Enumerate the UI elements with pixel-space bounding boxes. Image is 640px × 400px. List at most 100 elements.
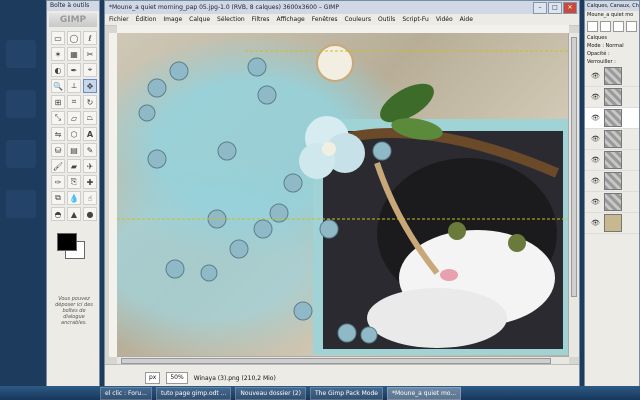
flip-icon[interactable]: ⇋ <box>51 127 65 141</box>
perspective-icon[interactable]: ⏢ <box>83 111 97 125</box>
desktop-icon[interactable] <box>6 90 36 118</box>
perspective-clone-icon[interactable]: ⧉ <box>51 191 65 205</box>
heal-icon[interactable]: ✚ <box>83 175 97 189</box>
menu-windows[interactable]: Fenêtres <box>312 14 338 25</box>
menu-help[interactable]: Aide <box>460 14 473 25</box>
clone-icon[interactable]: ⎘ <box>67 175 81 189</box>
menu-file[interactable]: Fichier <box>109 14 129 25</box>
layer-row[interactable]: 👁 <box>585 87 639 108</box>
bucket-fill-icon[interactable]: ⛁ <box>51 143 65 157</box>
measure-icon[interactable]: ⟂ <box>67 79 81 93</box>
desktop-icon[interactable] <box>6 190 36 218</box>
menu-image[interactable]: Image <box>163 14 182 25</box>
free-select-icon[interactable]: ℓ <box>83 31 97 45</box>
foreground-select-icon[interactable]: ◐ <box>51 63 65 77</box>
eye-icon[interactable]: 👁 <box>591 198 600 206</box>
taskbar-item[interactable]: Nouveau dossier (2) <box>235 386 306 400</box>
eye-icon[interactable]: 👁 <box>591 135 600 143</box>
layer-row[interactable]: 👁 <box>585 192 639 213</box>
gradient-icon[interactable]: ▤ <box>67 143 81 157</box>
eye-icon[interactable]: 👁 <box>591 93 600 101</box>
burn-icon[interactable]: ● <box>83 207 97 221</box>
layer-row[interactable]: 👁 <box>585 66 639 87</box>
menu-filters[interactable]: Filtres <box>252 14 270 25</box>
layer-thumbnail <box>603 172 622 190</box>
color-picker-icon[interactable]: ⌖ <box>83 63 97 77</box>
zoom-icon[interactable]: 🔍 <box>51 79 65 93</box>
tab-layers[interactable] <box>587 21 598 32</box>
rotate-icon[interactable]: ↻ <box>83 95 97 109</box>
tab-channels[interactable] <box>600 21 611 32</box>
dodge-burn-icon[interactable]: ◓ <box>51 207 65 221</box>
menu-script-fu[interactable]: Script-Fu <box>402 14 429 25</box>
layers-panel-title: Calques, Canaux, Che... <box>585 1 639 11</box>
maximize-icon[interactable]: □ <box>548 2 562 14</box>
taskbar-item[interactable]: The Gimp Pack Mode <box>309 386 383 400</box>
taskbar-item[interactable]: tuto page gimp.odt ... <box>155 386 232 400</box>
mode-select[interactable]: Normal <box>606 43 624 49</box>
brush-icon[interactable]: 🖌 <box>51 159 65 173</box>
smudge-icon[interactable]: ☝ <box>83 191 97 205</box>
minimize-icon[interactable]: – <box>533 2 547 14</box>
vertical-scrollbar[interactable] <box>568 33 579 357</box>
crop-icon[interactable]: ⌗ <box>67 95 81 109</box>
fuzzy-select-icon[interactable]: ✶ <box>51 47 65 61</box>
close-icon[interactable]: ✕ <box>563 2 577 14</box>
pencil-icon[interactable]: ✎ <box>83 143 97 157</box>
layer-row[interactable]: 👁 <box>585 213 639 234</box>
tab-undo[interactable] <box>626 21 637 32</box>
blur-icon[interactable]: 💧 <box>67 191 81 205</box>
cage-icon[interactable]: ⬡ <box>67 127 81 141</box>
tab-paths[interactable] <box>613 21 624 32</box>
shear-icon[interactable]: ▱ <box>67 111 81 125</box>
airbrush-icon[interactable]: ✈ <box>83 159 97 173</box>
taskbar-item[interactable]: *Moune_a quiet mo... <box>386 386 462 400</box>
eye-icon[interactable]: 👁 <box>591 72 600 80</box>
align-icon[interactable]: ⊞ <box>51 95 65 109</box>
eye-icon[interactable]: 👁 <box>591 219 600 227</box>
menu-video[interactable]: Vidéo <box>436 14 453 25</box>
drop-icon[interactable]: ▲ <box>67 207 81 221</box>
eye-icon[interactable]: 👁 <box>591 156 600 164</box>
scissors-icon[interactable]: ✂ <box>83 47 97 61</box>
scale-icon[interactable]: ⤡ <box>51 111 65 125</box>
image-canvas[interactable] <box>117 33 569 357</box>
menu-tools[interactable]: Outils <box>378 14 395 25</box>
unit-select[interactable]: px <box>145 372 161 384</box>
taskbar: el clic : Foru... tuto page gimp.odt ...… <box>0 386 640 400</box>
eye-icon[interactable]: 👁 <box>591 114 600 122</box>
lock-label: Verrouiller : <box>587 59 616 65</box>
layer-row[interactable]: 👁 <box>585 171 639 192</box>
ellipse-select-icon[interactable]: ◯ <box>67 31 81 45</box>
desktop-icon[interactable] <box>6 140 36 168</box>
layer-row[interactable]: 👁 <box>585 129 639 150</box>
color-swatches[interactable] <box>51 231 95 261</box>
menu-select[interactable]: Sélection <box>217 14 245 25</box>
menu-edit[interactable]: Édition <box>136 14 157 25</box>
menu-layer[interactable]: Calque <box>189 14 210 25</box>
rect-select-icon[interactable]: ▭ <box>51 31 65 45</box>
text-icon[interactable]: A <box>83 127 97 141</box>
vertical-scroll-thumb[interactable] <box>571 37 577 297</box>
image-window-title: *Moune_a quiet morning_pap 05.jpg-1.0 (R… <box>105 1 579 14</box>
foreground-color-swatch[interactable] <box>57 233 77 251</box>
gimp-logo: GIMP <box>49 13 97 27</box>
image-selector[interactable]: Moune_a quiet mo <box>585 11 639 19</box>
desktop-icon[interactable] <box>6 40 36 68</box>
menu-view[interactable]: Affichage <box>277 14 305 25</box>
taskbar-item[interactable]: el clic : Foru... <box>100 386 152 400</box>
eraser-icon[interactable]: ▰ <box>67 159 81 173</box>
color-select-icon[interactable]: ▦ <box>67 47 81 61</box>
eye-icon[interactable]: 👁 <box>591 177 600 185</box>
mode-label: Mode : <box>587 43 604 49</box>
paths-icon[interactable]: ✒ <box>67 63 81 77</box>
menu-colors[interactable]: Couleurs <box>345 14 371 25</box>
layer-row[interactable]: 👁 <box>585 108 639 129</box>
layer-row[interactable]: 👁 <box>585 150 639 171</box>
move-icon[interactable]: ✥ <box>83 79 97 93</box>
layers-panel: Calques, Canaux, Che... Moune_a quiet mo… <box>584 0 640 392</box>
layers-section-label: Calques <box>587 35 607 41</box>
zoom-select[interactable]: 50% <box>166 372 188 384</box>
ink-icon[interactable]: ✑ <box>51 175 65 189</box>
mode-row: Mode : Normal <box>585 42 639 50</box>
